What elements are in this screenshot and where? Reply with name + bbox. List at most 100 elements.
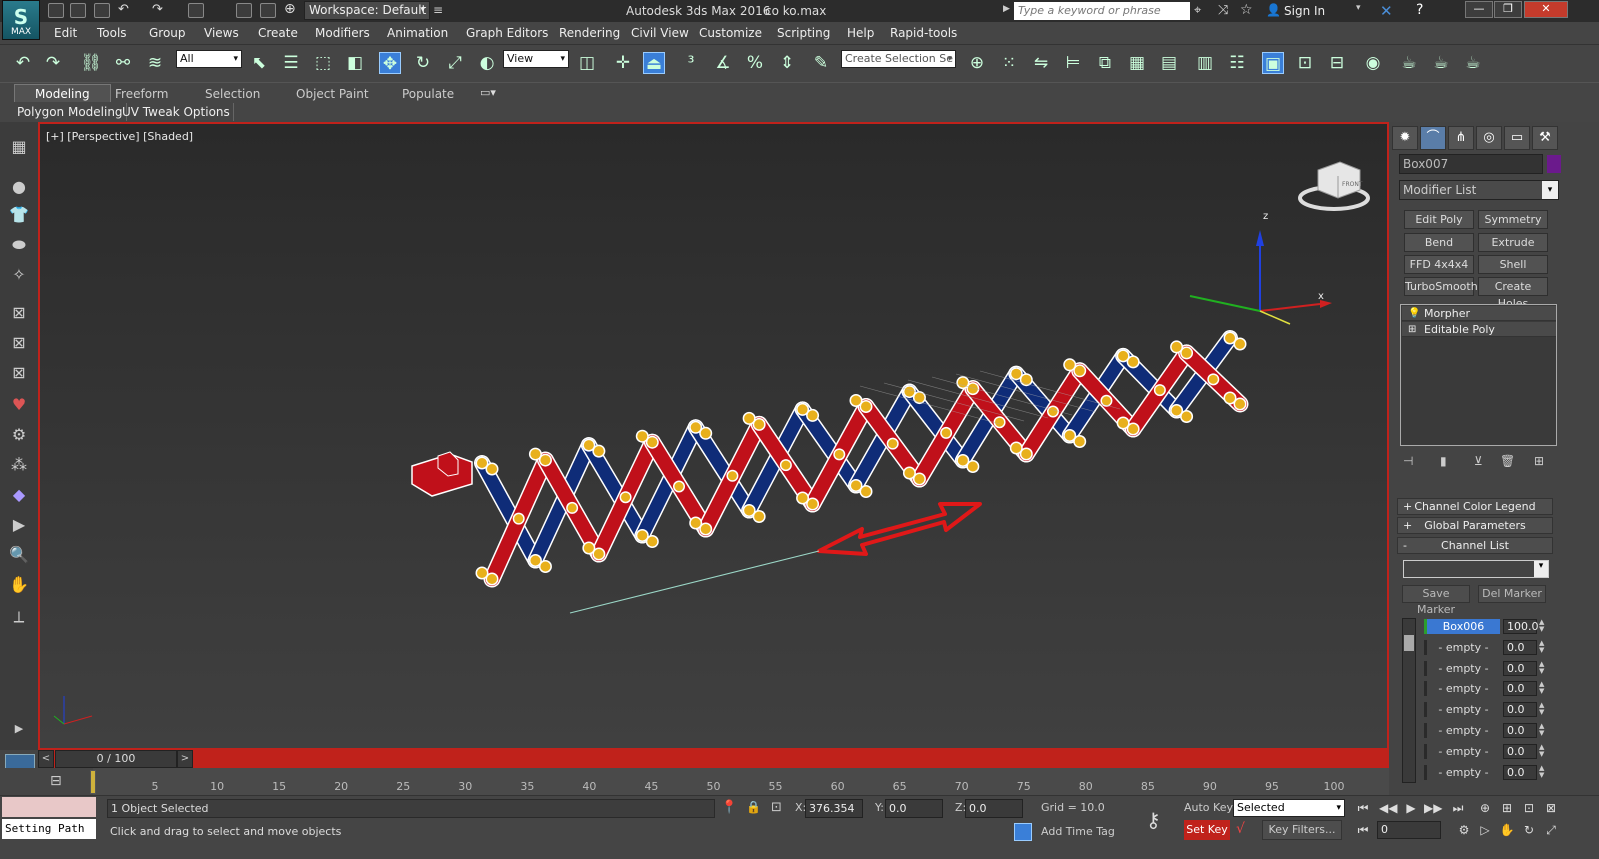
spinner-icon[interactable]: ▲ ▼ [1539, 661, 1548, 676]
spinner-icon[interactable]: ▲ ▼ [1539, 723, 1548, 738]
zoom-icon[interactable]: ⊕ [1476, 800, 1494, 816]
pivot-center-icon[interactable]: ◫ [576, 52, 598, 74]
shell-button[interactable]: Shell [1478, 255, 1548, 274]
symmetry-button[interactable]: Symmetry [1478, 210, 1548, 229]
maximize-button[interactable]: ❐ [1494, 1, 1522, 18]
edit-named-selection-icon[interactable]: ✎ [810, 52, 832, 74]
perspective-viewport[interactable]: [+] [Perspective] [Shaded] x z FRONT [38, 122, 1389, 750]
channel-value[interactable]: 0.0 [1503, 765, 1537, 780]
motion-tab-icon[interactable]: ◎ [1476, 126, 1502, 150]
cloth-icon[interactable]: 👕 [8, 204, 30, 226]
menu-views[interactable]: Views [204, 26, 239, 40]
bind-space-warp-icon[interactable]: ≋ [144, 52, 166, 74]
channel-row[interactable]: - empty - [1424, 765, 1500, 780]
play-icon[interactable]: ▶ [8, 514, 30, 536]
menu-civil-view[interactable]: Civil View [631, 26, 689, 40]
window-icon[interactable] [236, 3, 252, 18]
menu-graph-editors[interactable]: Graph Editors [466, 26, 548, 40]
channel-row[interactable]: - empty - [1424, 744, 1500, 759]
subtab-uv-tweak-options[interactable]: UV Tweak Options [119, 103, 234, 121]
spinner-icon[interactable]: ▲ ▼ [1539, 681, 1548, 696]
material-editor-icon[interactable]: ▣ [1262, 52, 1284, 74]
channel-value[interactable]: 0.0 [1503, 640, 1537, 655]
go-to-end-icon[interactable]: ⏭ [1449, 800, 1467, 816]
spinner-icon[interactable]: ▲ ▼ [1539, 702, 1548, 717]
modifier-list-select[interactable]: Modifier List ▾ [1399, 180, 1559, 200]
ffd-button[interactable]: FFD 4x4x4 [1404, 255, 1474, 274]
spinner-snap-icon[interactable]: ⇕ [776, 52, 798, 74]
window-crossing-icon[interactable]: ◧ [344, 52, 366, 74]
key-mode-toggle-icon[interactable]: ⏮ [1354, 822, 1372, 838]
tube-icon[interactable]: ⬬ [8, 234, 30, 256]
menu-customize[interactable]: Customize [699, 26, 762, 40]
menu-create[interactable]: Create [258, 26, 298, 40]
select-object-icon[interactable]: ⬉ [248, 52, 270, 74]
selection-filter-select[interactable]: All ▾ [176, 50, 242, 68]
expand-arrow-icon[interactable]: ▶ [8, 718, 30, 740]
stack-item-editable-poly[interactable]: ⊞ Editable Poly [1402, 322, 1556, 337]
tab-selection[interactable]: Selection [205, 85, 260, 103]
zoom-all-icon[interactable]: ⊞ [1498, 800, 1516, 816]
menu-modifiers[interactable]: Modifiers [315, 26, 370, 40]
rollout-global-parameters[interactable]: + Global Parameters [1397, 517, 1553, 534]
channel-value[interactable]: 100.0 [1503, 619, 1539, 634]
time-configuration-icon[interactable]: ⚙ [1455, 822, 1473, 838]
autodesk-x-icon[interactable]: ✕ [1380, 2, 1393, 20]
bend-button[interactable]: Bend [1404, 233, 1474, 252]
spinner-icon[interactable]: ▲ ▼ [1539, 619, 1548, 634]
graphite-toggle-icon[interactable]: ▦ [1126, 52, 1148, 74]
save-marker-button[interactable]: Save Marker [1402, 585, 1470, 616]
gear-icon[interactable]: ⚙ [8, 424, 30, 446]
time-prev-arrow[interactable]: < [38, 750, 54, 768]
set-key-button[interactable]: Set Key [1184, 820, 1230, 840]
maximize-viewport-icon[interactable]: ⤢ [1542, 822, 1560, 838]
sign-in-link[interactable]: Sign In [1284, 4, 1325, 18]
pan-hand-icon[interactable]: ✋ [1498, 822, 1516, 838]
search-input[interactable]: Type a keyword or phrase [1014, 2, 1190, 20]
channel-row[interactable]: - empty - [1424, 661, 1500, 676]
layer-manager-icon[interactable]: ⧉ [1094, 52, 1116, 74]
menu-help[interactable]: Help [847, 26, 874, 40]
edit-poly-button[interactable]: Edit Poly [1404, 210, 1474, 229]
favorites-star-icon[interactable]: ☆ [1240, 2, 1253, 18]
reference-coordinate-select[interactable]: View ▾ [503, 50, 569, 68]
pin-stack-icon[interactable]: ⊣ [1403, 454, 1413, 468]
zoom-icon[interactable]: 🔍 [8, 544, 30, 566]
channel-value[interactable]: 0.0 [1503, 744, 1537, 759]
utilities-tab-icon[interactable]: ⚒ [1532, 126, 1558, 150]
select-manipulate-icon[interactable]: ✛ [612, 52, 634, 74]
play-icon[interactable]: ▶ [1402, 800, 1420, 816]
render-teapot-icon[interactable]: ◉ [1362, 52, 1384, 74]
y-coordinate-field[interactable]: 0.0 [885, 799, 943, 818]
close-window-button[interactable]: ✕ [1524, 1, 1568, 18]
channel-value[interactable]: 0.0 [1503, 702, 1537, 717]
workspace-menu-icon[interactable]: ≡ [433, 3, 443, 17]
time-tag-icon[interactable] [1014, 823, 1032, 841]
create-holes-button[interactable]: Create Holes [1478, 277, 1548, 310]
modify-tab-icon[interactable]: ⌒ [1420, 126, 1446, 150]
select-and-scale-icon[interactable]: ⤢ [444, 52, 466, 74]
object-color-swatch[interactable] [1547, 155, 1561, 173]
array-icon[interactable]: ⁙ [998, 52, 1020, 74]
field-of-view-icon[interactable]: ▷ [1476, 822, 1494, 838]
menu-tools[interactable]: Tools [97, 26, 127, 40]
settings-gear-icon[interactable]: ⊕ [284, 2, 300, 18]
rollout-channel-color-legend[interactable]: + Channel Color Legend [1397, 498, 1553, 515]
angle-snap-icon[interactable]: ∡ [712, 52, 734, 74]
select-and-move-icon[interactable]: ✥ [379, 52, 401, 74]
channel-row[interactable]: - empty - [1424, 681, 1500, 696]
minimize-button[interactable]: — [1465, 1, 1493, 18]
keyboard-shortcut-override-icon[interactable]: ⏏ [643, 52, 665, 74]
channel-value[interactable]: 0.0 [1503, 681, 1537, 696]
channel-row[interactable]: - empty - [1424, 702, 1500, 717]
expand-plus-icon[interactable]: ⊞ [1408, 322, 1416, 337]
pan-hand-icon[interactable]: ✋ [8, 574, 30, 596]
configure-sets-icon[interactable]: ⊞ [1534, 454, 1544, 468]
lightbulb-icon[interactable]: 💡 [1408, 306, 1420, 321]
rig-tool-icon[interactable]: ⊠ [8, 332, 30, 354]
display-tab-icon[interactable]: ▭ [1504, 126, 1530, 150]
channel-value[interactable]: 0.0 [1503, 723, 1537, 738]
rectangular-selection-icon[interactable]: ⬚ [312, 52, 334, 74]
channel-row[interactable]: - empty - [1424, 723, 1500, 738]
redo-icon[interactable]: ↷ [152, 3, 168, 18]
